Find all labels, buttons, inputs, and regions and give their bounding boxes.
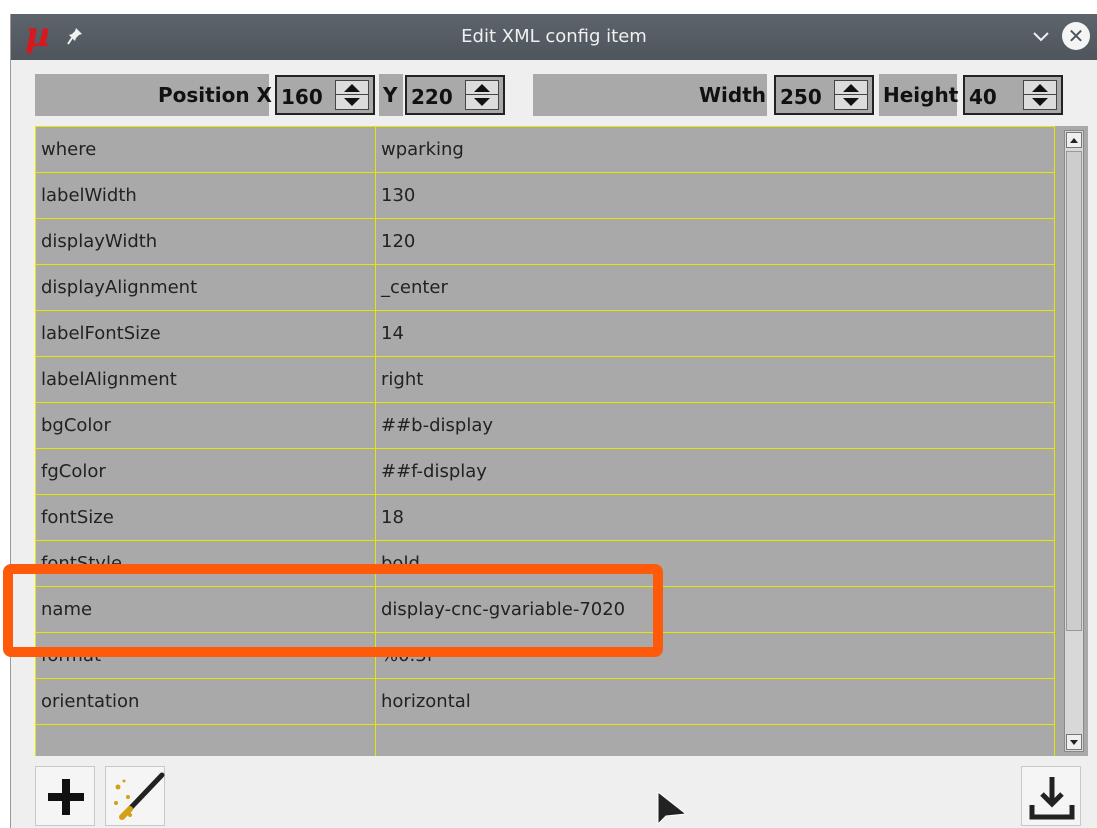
property-value[interactable]: _center bbox=[375, 264, 1055, 311]
scroll-up-button[interactable] bbox=[1066, 132, 1082, 148]
property-value[interactable]: 14 bbox=[375, 310, 1055, 357]
chevron-down-icon[interactable] bbox=[1031, 28, 1051, 44]
increment-button[interactable] bbox=[466, 81, 498, 95]
property-key[interactable]: labelAlignment bbox=[35, 356, 376, 403]
height-label: Height bbox=[883, 83, 959, 107]
decrement-button[interactable] bbox=[835, 95, 867, 109]
width-label: Width bbox=[699, 83, 767, 107]
properties-table[interactable]: where wparking labelWidth 130 displayWidth… bbox=[35, 126, 1088, 756]
property-key[interactable]: displayWidth bbox=[35, 218, 376, 265]
table-row[interactable]: where wparking bbox=[35, 126, 1055, 173]
close-button[interactable]: ✕ bbox=[1062, 22, 1090, 50]
property-key[interactable]: labelWidth bbox=[35, 172, 376, 219]
property-key[interactable]: fontSize bbox=[35, 494, 376, 541]
property-value[interactable]: ##f-display bbox=[375, 448, 1055, 495]
table-row[interactable]: labelWidth 130 bbox=[35, 172, 1055, 219]
add-button[interactable] bbox=[35, 766, 95, 826]
increment-button[interactable] bbox=[835, 81, 867, 95]
mouse-cursor-icon bbox=[657, 790, 688, 826]
properties-grid: where wparking labelWidth 130 displayWidth… bbox=[35, 126, 1055, 756]
decrement-button[interactable] bbox=[336, 95, 368, 109]
increment-button[interactable] bbox=[336, 81, 368, 95]
width-stepper[interactable] bbox=[834, 80, 868, 110]
table-row[interactable] bbox=[35, 724, 1055, 756]
width-value[interactable]: 250 bbox=[780, 85, 822, 109]
property-value[interactable]: 130 bbox=[375, 172, 1055, 219]
increment-button[interactable] bbox=[1024, 81, 1056, 95]
highlight-annotation bbox=[3, 564, 663, 657]
magic-wand-button[interactable] bbox=[105, 766, 165, 826]
position-x-value[interactable]: 160 bbox=[281, 85, 323, 109]
save-download-button[interactable] bbox=[1021, 766, 1081, 826]
magic-wand-icon bbox=[114, 772, 165, 820]
property-value[interactable]: wparking bbox=[375, 126, 1055, 173]
download-icon bbox=[1029, 777, 1075, 820]
property-key[interactable]: where bbox=[35, 126, 376, 173]
property-key[interactable]: labelFontSize bbox=[35, 310, 376, 357]
property-value[interactable]: right bbox=[375, 356, 1055, 403]
scrollbar-thumb[interactable] bbox=[1066, 151, 1082, 631]
table-row[interactable]: fgColor ##f-display bbox=[35, 448, 1055, 495]
table-row[interactable]: displayWidth 120 bbox=[35, 218, 1055, 265]
property-value[interactable]: 120 bbox=[375, 218, 1055, 265]
position-y-stepper[interactable] bbox=[465, 80, 499, 110]
window-title: Edit XML config item bbox=[461, 26, 647, 47]
table-row[interactable]: orientation horizontal bbox=[35, 678, 1055, 725]
close-icon: ✕ bbox=[1067, 24, 1085, 48]
edit-xml-config-window: µ Edit XML config item ✕ Position X 160 … bbox=[10, 14, 1097, 828]
property-key[interactable] bbox=[35, 724, 376, 756]
width-spinbox[interactable]: 250 bbox=[774, 75, 874, 115]
height-stepper[interactable] bbox=[1023, 80, 1057, 110]
property-key[interactable]: bgColor bbox=[35, 402, 376, 449]
table-row[interactable]: fontSize 18 bbox=[35, 494, 1055, 541]
property-value[interactable] bbox=[375, 724, 1055, 756]
position-y-spinbox[interactable]: 220 bbox=[405, 75, 505, 115]
table-row[interactable]: displayAlignment _center bbox=[35, 264, 1055, 311]
table-row[interactable]: labelAlignment right bbox=[35, 356, 1055, 403]
property-value[interactable]: ##b-display bbox=[375, 402, 1055, 449]
scroll-down-button[interactable] bbox=[1066, 734, 1082, 750]
table-row[interactable]: labelFontSize 14 bbox=[35, 310, 1055, 357]
property-value[interactable]: 18 bbox=[375, 494, 1055, 541]
height-spinbox[interactable]: 40 bbox=[963, 75, 1063, 115]
position-x-stepper[interactable] bbox=[335, 80, 369, 110]
decrement-button[interactable] bbox=[1024, 95, 1056, 109]
table-row[interactable]: bgColor ##b-display bbox=[35, 402, 1055, 449]
position-x-label: Position X bbox=[158, 83, 272, 107]
height-value[interactable]: 40 bbox=[969, 85, 997, 109]
title-bar[interactable]: µ Edit XML config item ✕ bbox=[11, 14, 1097, 60]
property-key[interactable]: orientation bbox=[35, 678, 376, 725]
position-y-label: Y bbox=[383, 83, 398, 107]
property-value[interactable]: horizontal bbox=[375, 678, 1055, 725]
position-x-spinbox[interactable]: 160 bbox=[275, 75, 375, 115]
vertical-scrollbar[interactable] bbox=[1064, 130, 1084, 752]
property-key[interactable]: fgColor bbox=[35, 448, 376, 495]
position-y-value[interactable]: 220 bbox=[411, 85, 453, 109]
property-key[interactable]: displayAlignment bbox=[35, 264, 376, 311]
decrement-button[interactable] bbox=[466, 95, 498, 109]
